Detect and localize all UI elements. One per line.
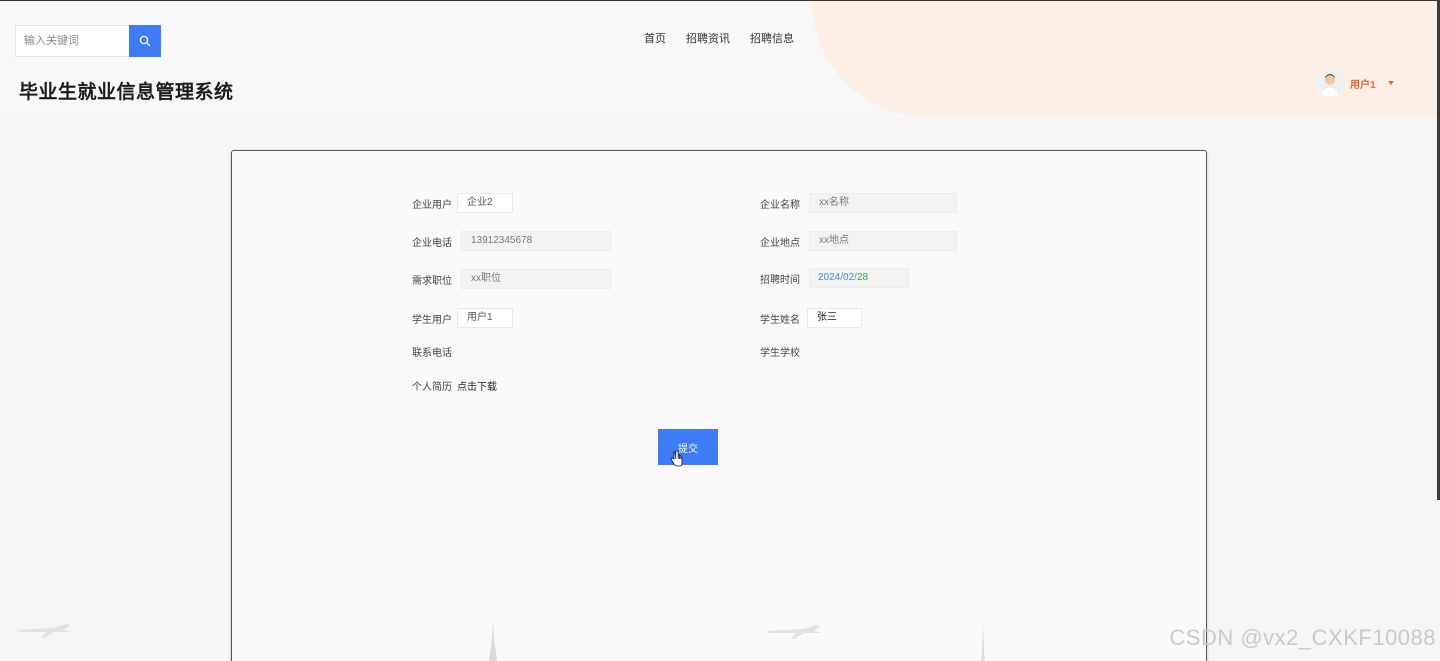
page: 首页 招聘资讯 招聘信息 毕业生就业信息管理系统 用户1 企业用户 企业2 bbox=[0, 0, 1440, 661]
field-position: 需求职位 xx职位 bbox=[412, 269, 611, 289]
search-button[interactable] bbox=[129, 25, 161, 57]
airplane-decoration-icon bbox=[16, 624, 72, 638]
resume-download-link[interactable]: 点击下载 bbox=[457, 378, 497, 393]
search-input[interactable] bbox=[16, 26, 129, 56]
field-company-phone: 企业电话 13912345678 bbox=[412, 231, 611, 251]
position-input[interactable]: xx职位 bbox=[461, 269, 611, 289]
avatar bbox=[1316, 69, 1344, 97]
tower-decoration-icon bbox=[489, 620, 497, 661]
date-day: 28 bbox=[856, 272, 869, 283]
search-icon bbox=[139, 35, 151, 47]
submit-button[interactable]: 提交 bbox=[658, 429, 718, 465]
student-name-input[interactable]: 张三 bbox=[807, 308, 862, 328]
recruit-time-input[interactable]: 2024/02/28 bbox=[809, 268, 909, 288]
student-account-input[interactable]: 用户1 bbox=[457, 308, 513, 328]
user-menu[interactable]: 用户1 bbox=[1316, 69, 1394, 97]
nav-item-home[interactable]: 首页 bbox=[644, 28, 666, 48]
airplane-decoration-icon bbox=[766, 625, 822, 639]
field-company-address: 企业地点 xx地点 bbox=[760, 231, 957, 251]
field-label: 学生姓名 bbox=[760, 314, 800, 326]
nav-item-recruit-info[interactable]: 招聘信息 bbox=[750, 28, 794, 48]
field-label: 企业用户 bbox=[412, 199, 452, 211]
field-label: 招聘时间 bbox=[760, 274, 800, 286]
date-year: 2024 bbox=[818, 272, 841, 283]
company-account-input[interactable]: 企业2 bbox=[457, 193, 513, 213]
detail-card: 企业用户 企业2 企业名称 xx名称 企业电话 13912345678 企业地点… bbox=[231, 150, 1207, 661]
field-company-name: 企业名称 xx名称 bbox=[760, 193, 957, 213]
search-box bbox=[15, 25, 161, 57]
field-recruit-time: 招聘时间 2024/02/28 bbox=[760, 268, 909, 288]
company-address-input[interactable]: xx地点 bbox=[809, 231, 957, 251]
field-label: 学生用户 bbox=[412, 314, 452, 326]
tower-decoration-icon bbox=[981, 621, 985, 661]
field-label: 企业名称 bbox=[760, 199, 800, 211]
field-label: 企业电话 bbox=[412, 237, 452, 249]
header: 首页 招聘资讯 招聘信息 毕业生就业信息管理系统 用户1 bbox=[0, 0, 1440, 117]
nav-item-recruit-news[interactable]: 招聘资讯 bbox=[686, 28, 730, 48]
date-month: 02 bbox=[843, 272, 855, 283]
hand-cursor-icon bbox=[670, 450, 683, 467]
user-name: 用户1 bbox=[1350, 79, 1376, 91]
field-contact-phone: 联系电话 bbox=[412, 344, 452, 359]
field-label: 个人简历 bbox=[412, 382, 452, 393]
field-label: 学生学校 bbox=[760, 348, 800, 359]
header-decoration bbox=[812, 1, 1440, 117]
company-phone-input[interactable]: 13912345678 bbox=[461, 231, 611, 251]
caret-down-icon bbox=[1387, 81, 1394, 85]
field-label: 需求职位 bbox=[412, 275, 452, 287]
field-label: 企业地点 bbox=[760, 237, 800, 249]
field-school: 学生学校 bbox=[760, 344, 800, 359]
field-company-account: 企业用户 企业2 bbox=[412, 193, 513, 213]
field-student-account: 学生用户 用户1 bbox=[412, 308, 513, 328]
site-title: 毕业生就业信息管理系统 bbox=[19, 82, 234, 103]
field-label: 联系电话 bbox=[412, 348, 452, 359]
watermark: CSDN @vx2_CXKF10088 bbox=[1169, 625, 1436, 650]
field-resume: 个人简历 点击下载 bbox=[412, 378, 497, 393]
main-nav: 首页 招聘资讯 招聘信息 bbox=[644, 28, 794, 48]
field-student-name: 学生姓名 张三 bbox=[760, 308, 862, 328]
company-name-input[interactable]: xx名称 bbox=[809, 193, 957, 213]
